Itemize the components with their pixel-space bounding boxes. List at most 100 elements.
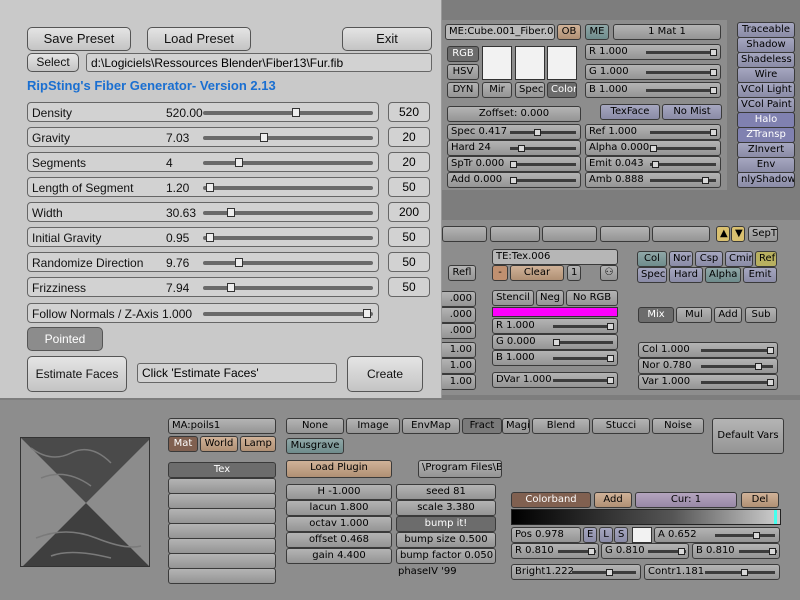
fiber-row-max[interactable]: 50 (388, 177, 430, 197)
default-vars-button[interactable]: Default Vars (712, 418, 784, 454)
sptr-slider[interactable]: SpTr 0.000 (447, 156, 581, 172)
dvar-slider[interactable]: DVar 1.000 (492, 372, 618, 388)
color-button[interactable]: Color (547, 82, 577, 98)
tex-slot-empty-8[interactable] (168, 568, 276, 584)
texmap-b-slider[interactable]: B 1.000 (492, 350, 618, 366)
mode-shadeless-button[interactable]: Shadeless (737, 52, 795, 68)
contr-slider[interactable]: Contr1.181 (644, 564, 780, 580)
fiber-row-segments[interactable]: Segments 4 (27, 152, 379, 172)
plugin-param-left-3[interactable]: offset 0.468 (286, 532, 392, 548)
fiber-row-knob[interactable] (227, 208, 235, 217)
mode-env-button[interactable]: Env (737, 157, 795, 173)
texmap-g-slider[interactable]: G 0.000 (492, 334, 618, 350)
select-file-button[interactable]: Select (27, 53, 79, 72)
colorband-cur-field[interactable]: Cur: 1 (635, 492, 737, 508)
neg-button[interactable]: Neg (536, 290, 564, 306)
interp-e-button[interactable]: E (583, 527, 597, 543)
texface-button[interactable]: TexFace (600, 104, 660, 120)
tex-channel-tab-3[interactable] (542, 226, 597, 242)
colorband-marker[interactable] (774, 510, 777, 524)
tex-slot-empty-5[interactable] (168, 523, 276, 539)
map-spec-button[interactable]: Spec (637, 267, 667, 283)
tab-scroll-up-icon[interactable]: ▲ (716, 226, 730, 242)
varfac-slider[interactable]: Var 1.000 (638, 374, 778, 390)
fiber-row-max[interactable]: 200 (388, 202, 430, 222)
fiber-row-initial-gravity[interactable]: Initial Gravity 0.95 (27, 227, 379, 247)
zoffset-field[interactable]: Zoffset: 0.000 (447, 106, 581, 122)
mir-button[interactable]: Mir (482, 82, 512, 98)
musgrave-button[interactable]: Musgrave (286, 438, 344, 454)
stencil-button[interactable]: Stencil (492, 290, 534, 306)
mode-shadow-button[interactable]: Shadow (737, 37, 795, 53)
fiber-row-randomize-direction[interactable]: Randomize Direction 9.76 (27, 252, 379, 272)
tex-slot-empty-3[interactable] (168, 493, 276, 509)
tex-browse-button[interactable]: - (492, 265, 508, 281)
interp-l-button[interactable]: L (599, 527, 613, 543)
map-nor-button[interactable]: Nor (669, 251, 693, 267)
type-stucci-button[interactable]: Stucci (592, 418, 650, 434)
tex-slot-empty-2[interactable] (168, 478, 276, 494)
map-csp-button[interactable]: Csp (695, 251, 723, 267)
hard-slider[interactable]: Hard 24 (447, 140, 581, 156)
plugin-param-left-4[interactable]: gain 4.400 (286, 548, 392, 564)
map-cmir-button[interactable]: Cmir (725, 251, 753, 267)
load-plugin-button[interactable]: Load Plugin (286, 460, 392, 478)
interp-s-button[interactable]: S (614, 527, 628, 543)
follow-normals-slider[interactable]: Follow Normals / Z-Axis 1.000 (27, 303, 379, 323)
blend-mul-button[interactable]: Mul (676, 307, 712, 323)
type-image-button[interactable]: Image (346, 418, 400, 434)
fiber-row-max[interactable]: 20 (388, 152, 430, 172)
colorband-swatch[interactable] (632, 527, 652, 543)
me-button[interactable]: ME (585, 24, 609, 40)
texmap-left-value-1[interactable]: .000 (440, 307, 476, 323)
fiber-row-knob[interactable] (235, 258, 243, 267)
fiber-row-knob[interactable] (206, 183, 214, 192)
mat-count-field[interactable]: 1 Mat 1 (613, 24, 721, 40)
clear-button[interactable]: Clear (510, 265, 564, 281)
amb-slider[interactable]: Amb 0.888 (585, 172, 721, 188)
fiber-row-knob[interactable] (292, 108, 300, 117)
blend-mix-button[interactable]: Mix (638, 307, 674, 323)
plugin-path-field[interactable]: \Program Files\Ble (418, 460, 502, 478)
mode-vcol-light-button[interactable]: VCol Light (737, 82, 795, 98)
ma-name-field[interactable]: MA:poils1 (168, 418, 276, 434)
colorband-g-slider[interactable]: G 0.810 (601, 543, 689, 559)
lamp-source-button[interactable]: Lamp (240, 436, 276, 452)
map-col-button[interactable]: Col (637, 251, 667, 267)
fiber-row-max[interactable]: 50 (388, 277, 430, 297)
fiber-row-knob[interactable] (260, 133, 268, 142)
norfac-slider[interactable]: Nor 0.780 (638, 358, 778, 374)
create-button[interactable]: Create (347, 356, 423, 392)
sept-button[interactable]: SepT (748, 226, 778, 242)
norgb-button[interactable]: No RGB (566, 290, 618, 306)
colorband-r-slider[interactable]: R 0.810 (511, 543, 599, 559)
fiber-row-knob[interactable] (235, 158, 243, 167)
tex-channel-tab-1[interactable] (442, 226, 487, 242)
load-preset-button[interactable]: Load Preset (147, 27, 251, 51)
plugin-param-left-0[interactable]: H -1.000 (286, 484, 392, 500)
mode-traceable-button[interactable]: Traceable (737, 22, 795, 38)
blend-sub-button[interactable]: Sub (745, 307, 777, 323)
colfac-slider[interactable]: Col 1.000 (638, 342, 778, 358)
mat-g-slider[interactable]: G 1.000 (585, 64, 721, 80)
tex-channel-tab-2[interactable] (490, 226, 540, 242)
colorband-a-slider[interactable]: A 0.652 (654, 527, 780, 543)
plugin-param-left-2[interactable]: octav 1.000 (286, 516, 392, 532)
plugin-param-right-0[interactable]: seed 81 (396, 484, 496, 500)
colorband-add-button[interactable]: Add (594, 492, 632, 508)
spec-slider[interactable]: Spec 0.417 (447, 124, 581, 140)
fiber-row-max[interactable]: 520 (388, 102, 430, 122)
mesh-name-field[interactable]: ME:Cube.001_Fiber.0 (445, 24, 555, 40)
texmap-left-value-2[interactable]: .000 (440, 323, 476, 339)
fiber-row-gravity[interactable]: Gravity 7.03 (27, 127, 379, 147)
mat-source-button[interactable]: Mat (168, 436, 198, 452)
fiber-row-frizziness[interactable]: Frizziness 7.94 (27, 277, 379, 297)
type-none-button[interactable]: None (286, 418, 344, 434)
car-icon[interactable]: ⚇ (600, 265, 618, 281)
texmap-left-value-0[interactable]: .000 (440, 291, 476, 307)
type-noise-button[interactable]: Noise (652, 418, 704, 434)
plugin-param-right-4[interactable]: bump factor 0.050 (396, 548, 496, 564)
tex-slot-1[interactable]: Tex (168, 462, 276, 478)
colorband-pos-field[interactable]: Pos 0.978 (511, 527, 581, 543)
spec-button[interactable]: Spec (515, 82, 545, 98)
